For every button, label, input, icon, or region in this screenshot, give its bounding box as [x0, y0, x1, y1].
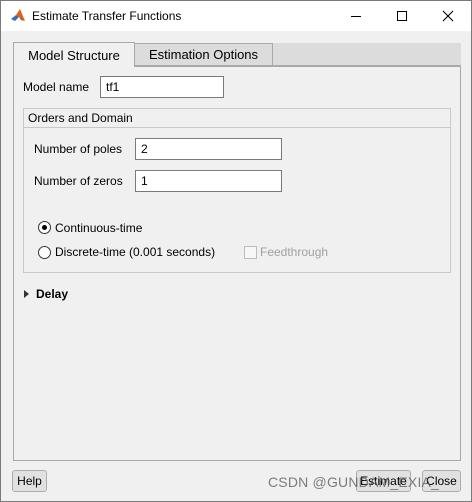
tab-model-structure[interactable]: Model Structure — [13, 42, 135, 67]
delay-section-header[interactable]: Delay — [36, 287, 68, 301]
poles-input[interactable]: 2 — [135, 138, 282, 160]
model-name-label: Model name — [23, 80, 90, 94]
dialog-window: Estimate Transfer Functions Model Struct… — [0, 0, 472, 502]
discrete-time-radio[interactable] — [38, 246, 51, 259]
radio-selected-dot — [42, 225, 47, 230]
close-window-button[interactable] — [425, 1, 471, 31]
tab-estimation-options[interactable]: Estimation Options — [135, 43, 273, 66]
feedthrough-checkbox[interactable] — [244, 246, 257, 259]
minimize-button[interactable] — [333, 1, 379, 31]
minimize-icon — [351, 16, 361, 17]
window-title: Estimate Transfer Functions — [32, 9, 182, 23]
maximize-icon — [397, 11, 407, 21]
continuous-time-radio[interactable] — [38, 221, 51, 234]
expand-arrow-icon[interactable] — [22, 288, 32, 300]
close-icon — [442, 10, 454, 22]
title-bar[interactable]: Estimate Transfer Functions — [1, 1, 471, 31]
feedthrough-label: Feedthrough — [260, 245, 329, 259]
matlab-app-icon — [10, 8, 26, 24]
zeros-input[interactable]: 1 — [135, 170, 282, 192]
group-title: Orders and Domain — [24, 109, 450, 128]
discrete-time-label[interactable]: Discrete-time (0.001 seconds) — [55, 245, 215, 259]
help-button[interactable]: Help — [12, 470, 47, 492]
maximize-button[interactable] — [379, 1, 425, 31]
tab-strip — [273, 43, 461, 66]
model-name-input[interactable]: tf1 — [100, 76, 224, 98]
continuous-time-label[interactable]: Continuous-time — [55, 221, 142, 235]
watermark-text: CSDN @GUNDAM_EXIA_ — [268, 474, 440, 490]
poles-label: Number of poles — [34, 142, 123, 156]
zeros-label: Number of zeros — [34, 174, 123, 188]
